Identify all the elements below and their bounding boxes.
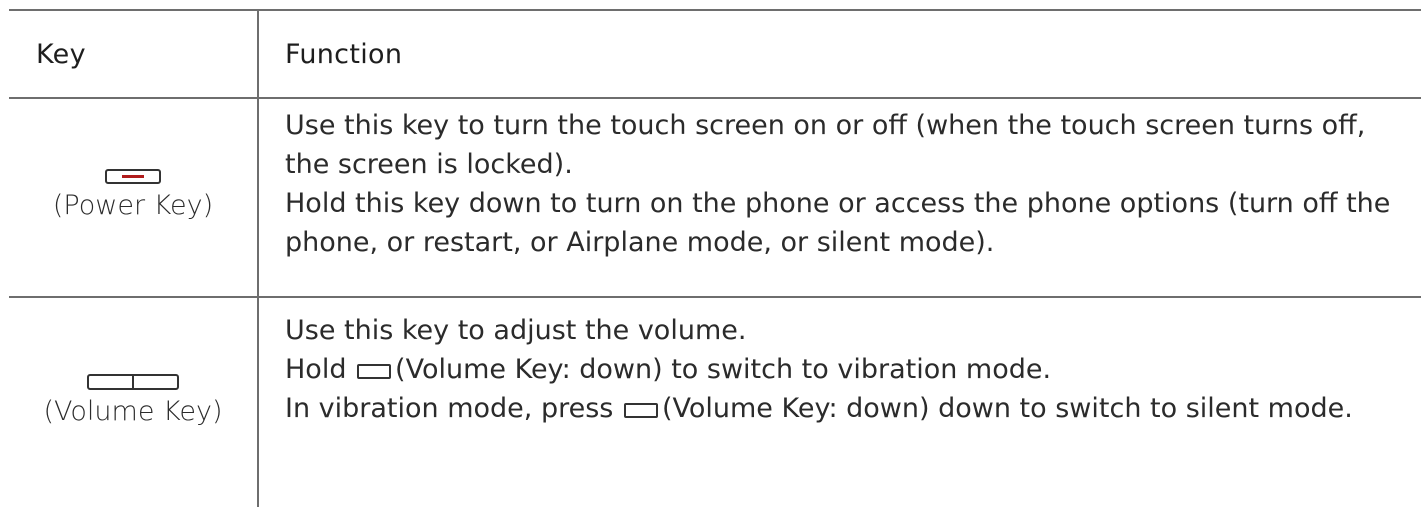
volume-line3-post: (Volume Key: down) down to switch to sil… bbox=[661, 393, 1353, 424]
volume-key-description-2: Hold (Volume Key: down) to switch to vib… bbox=[285, 350, 1415, 389]
volume-line3-pre: In vibration mode, press bbox=[285, 393, 622, 424]
volume-line2-pre: Hold bbox=[285, 354, 356, 385]
header-function: Function bbox=[285, 38, 403, 70]
volume-key-description-1: Use this key to adjust the volume. bbox=[285, 315, 747, 346]
power-key-description-1: Use this key to turn the touch screen on… bbox=[285, 110, 1366, 180]
power-key-name: (Power Key) bbox=[52, 190, 214, 221]
power-key-cell: (Power Key) bbox=[9, 99, 257, 296]
key-function-table: Key Function (Power Key) Use this key to… bbox=[9, 9, 1421, 507]
volume-key-cell: (Volume Key) bbox=[9, 298, 257, 507]
header-key: Key bbox=[36, 38, 86, 70]
power-key-function: Use this key to turn the touch screen on… bbox=[285, 106, 1415, 262]
column-divider bbox=[257, 9, 259, 507]
volume-key-divider bbox=[132, 375, 134, 388]
volume-key-name: (Volume Key) bbox=[43, 395, 223, 427]
power-key-icon bbox=[105, 169, 161, 184]
volume-down-key-icon bbox=[623, 403, 658, 418]
volume-key-description-3: In vibration mode, press (Volume Key: do… bbox=[285, 389, 1415, 428]
volume-line2-post: (Volume Key: down) to switch to vibratio… bbox=[395, 354, 1052, 385]
volume-down-key-icon bbox=[357, 364, 392, 379]
volume-key-function: Use this key to adjust the volume. Hold … bbox=[285, 311, 1415, 428]
power-key-indicator bbox=[122, 175, 144, 178]
table-top-rule bbox=[9, 9, 1421, 11]
volume-key-icon bbox=[87, 373, 179, 390]
power-key-description-2: Hold this key down to turn on the phone … bbox=[285, 188, 1391, 258]
